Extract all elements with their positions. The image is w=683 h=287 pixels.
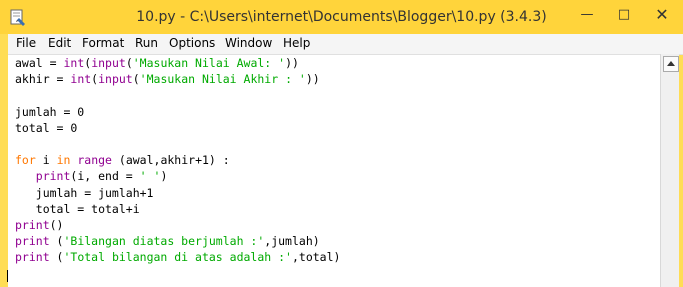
menu-file[interactable]: File — [16, 36, 36, 50]
code-token: ' ' — [139, 169, 161, 184]
text-cursor — [7, 270, 8, 282]
code-token: awal = — [15, 56, 64, 70]
code-token: input — [98, 72, 133, 87]
code-token: print — [15, 217, 50, 232]
menu-format[interactable]: Format — [82, 36, 124, 50]
code-token: print — [15, 234, 50, 249]
code-line[interactable]: jumlah = jumlah+1 — [15, 185, 340, 201]
code-token: ( — [49, 250, 64, 265]
code-token: in — [56, 153, 71, 168]
title-bar[interactable]: 10.py - C:\Users\internet\Documents\Blog… — [0, 0, 683, 34]
code-line[interactable]: total = total+i — [15, 201, 340, 217]
minimize-button[interactable]: — — [575, 6, 599, 24]
code-token: ) — [160, 169, 168, 184]
code-line[interactable]: print() — [15, 217, 340, 233]
code-token: i — [35, 153, 57, 168]
code-token: 'Bilangan diatas berjumlah :' — [63, 234, 265, 249]
code-token: 'Masukan Nilai Awal: ' — [132, 56, 286, 70]
code-line[interactable]: awal = int(input('Masukan Nilai Awal: ')… — [15, 55, 340, 71]
code-line[interactable]: for i in range (awal,akhir+1) : — [15, 152, 340, 168]
code-token: jumlah = jumlah+1 — [15, 185, 154, 200]
code-token: akhir = — [15, 72, 71, 87]
code-token: )) — [285, 56, 299, 70]
idle-editor-window: 10.py - C:\Users\internet\Documents\Blog… — [0, 0, 683, 287]
code-line[interactable] — [15, 136, 340, 152]
code-line[interactable]: jumlah = 0 — [15, 104, 340, 120]
menu-help[interactable]: Help — [283, 36, 310, 50]
code-token: int — [70, 72, 92, 87]
code-token: ( — [132, 72, 140, 87]
code-line[interactable]: print(i, end = ' ') — [15, 168, 340, 184]
code-token: 'Masukan Nilai Akhir : ' — [139, 72, 306, 87]
code-editor[interactable]: awal = int(input('Masukan Nilai Awal: ')… — [8, 55, 660, 287]
menu-bar: File Edit Format Run Options Window Help — [8, 34, 683, 55]
code-token: ( — [49, 234, 64, 249]
code-token: ,total) — [291, 250, 341, 265]
close-button[interactable]: ✕ — [650, 6, 674, 24]
maximize-button[interactable]: □ — [612, 6, 636, 24]
code-token: () — [49, 217, 64, 232]
code-token: for — [15, 153, 36, 168]
menu-window[interactable]: Window — [225, 36, 272, 50]
menu-options[interactable]: Options — [169, 36, 215, 50]
menu-run[interactable]: Run — [135, 36, 158, 50]
code-token: range — [77, 153, 112, 168]
vertical-scrollbar[interactable] — [660, 54, 679, 287]
code-token: input — [91, 56, 126, 70]
code-token: total = total+i — [15, 201, 140, 216]
code-token: jumlah = 0 — [15, 104, 85, 119]
code-line[interactable]: akhir = int(input('Masukan Nilai Akhir :… — [15, 71, 340, 87]
code-token: (i, end = — [70, 169, 140, 184]
scroll-up-arrow-icon[interactable] — [663, 56, 679, 72]
code-token: (awal,akhir+1) : — [111, 153, 230, 168]
code-token: int — [63, 56, 85, 70]
code-line[interactable]: print ('Total bilangan di atas adalah :'… — [15, 249, 340, 265]
code-token: )) — [305, 72, 320, 87]
code-text[interactable]: awal = int(input('Masukan Nilai Awal: ')… — [15, 55, 340, 265]
code-token: print — [15, 250, 50, 265]
code-token: total = 0 — [15, 120, 78, 135]
code-line[interactable]: print ('Bilangan diatas berjumlah :',jum… — [15, 233, 340, 249]
code-token: 'Total bilangan di atas adalah :' — [63, 250, 292, 265]
code-token: ,jumlah) — [264, 234, 320, 249]
code-token: ( — [125, 56, 133, 70]
code-line[interactable]: total = 0 — [15, 120, 340, 136]
code-token: print — [35, 169, 71, 184]
code-line[interactable] — [15, 87, 340, 103]
menu-edit[interactable]: Edit — [48, 36, 71, 50]
